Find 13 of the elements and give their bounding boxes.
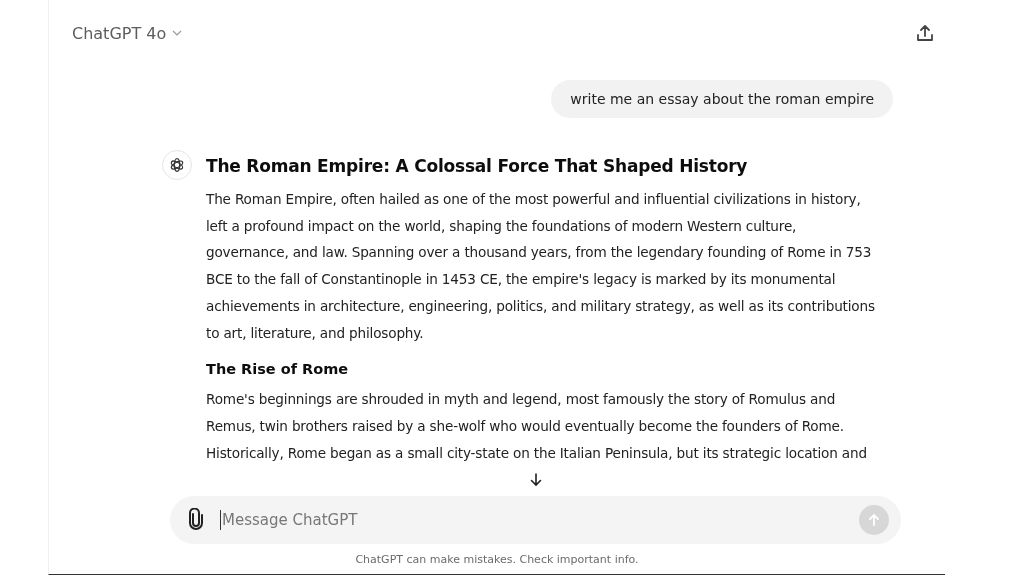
scroll-down-button[interactable] bbox=[528, 472, 544, 488]
share-button[interactable] bbox=[915, 23, 935, 43]
message-field[interactable]: Message ChatGPT bbox=[170, 496, 901, 544]
disclaimer: ChatGPT can make mistakes. Check important info. bbox=[354, 553, 640, 566]
user-message: write me an essay about the roman empire bbox=[551, 80, 893, 118]
message-input[interactable]: Message ChatGPT bbox=[220, 510, 847, 530]
response-title: The Roman Empire: A Colossal Force That Shaped History bbox=[206, 155, 749, 178]
arrow-up-icon bbox=[866, 512, 882, 528]
model-selector[interactable]: ChatGPT 4o bbox=[72, 23, 183, 43]
paragraph: Rome's beginnings are shrouded in myth and legend, most famously the story of Romulus and Remus, twin brothers raised by a she-wolf who would eventually become the founders of Rome. Historically, Rome began as a small city-state on the Italian Peninsula, but its strategic location and bbox=[206, 390, 868, 463]
paragraph: The Roman Empire, often hailed as one of the most powerful and influential civilizations in history, left a profound impact on the world, shaping the foundations of modern Western culture, governance, and law. Spanning over a thousand years, from the legendary founding of Rome in 753 BCE to the fall of Constantinople in 1453 CE, the empire's legacy is marked by its monumental achievements in architecture, engineering, politics, and military strategy, as well as its contributions to art, literature, and philosophy. bbox=[206, 190, 876, 343]
chevron-down-icon bbox=[172, 30, 183, 36]
section-heading: The Rise of Rome bbox=[206, 360, 350, 380]
